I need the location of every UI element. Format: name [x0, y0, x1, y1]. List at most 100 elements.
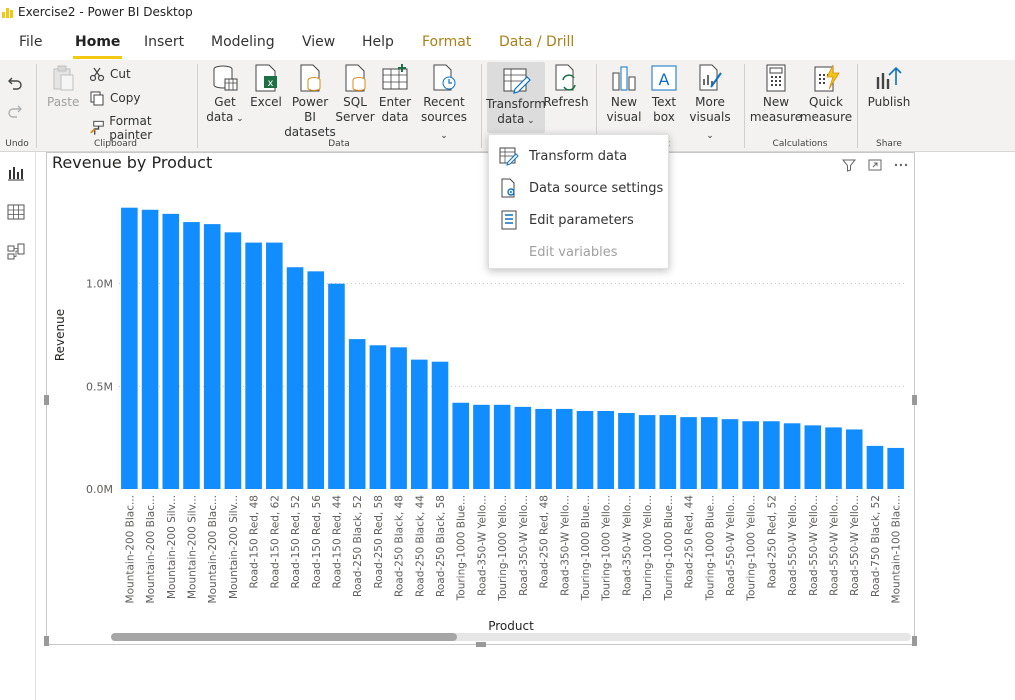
- bar: [618, 413, 635, 489]
- bar: [141, 209, 159, 489]
- paste-button[interactable]: Paste: [47, 63, 79, 110]
- y-tick-label: 0.0M: [86, 483, 113, 496]
- menu-item-transform-data[interactable]: Transform data: [489, 140, 670, 172]
- bar: [721, 419, 739, 489]
- tab-data-drill[interactable]: Data / Drill: [497, 34, 576, 50]
- more-visuals-label-2: visuals: [689, 110, 731, 124]
- resize-handle[interactable]: [476, 642, 486, 647]
- bar-chart-visual[interactable]: Revenue by Product 0.0M 0.5M 1.0M Revenue Mo…: [46, 152, 915, 645]
- resize-handle[interactable]: [44, 395, 49, 405]
- transform-data-button[interactable]: Transform data ⌄: [486, 62, 546, 133]
- resize-handle[interactable]: [44, 636, 49, 646]
- format-painter-label: Format painter: [109, 114, 153, 142]
- bar: [555, 408, 573, 489]
- copy-icon: [90, 91, 104, 106]
- new-visual-label-1: New: [610, 95, 638, 109]
- text-box-icon: A: [651, 65, 677, 91]
- tab-format[interactable]: Format: [420, 34, 473, 50]
- bar: [680, 417, 697, 489]
- excel-button[interactable]: x Excel: [250, 63, 282, 110]
- text-box-button[interactable]: A Text box: [647, 63, 681, 125]
- bar: [742, 421, 759, 489]
- data-view-icon[interactable]: [6, 202, 26, 222]
- bar: [121, 207, 138, 489]
- sql-server-label-1: SQL: [343, 95, 367, 109]
- new-measure-button[interactable]: New measure: [749, 63, 803, 125]
- report-view-icon[interactable]: [6, 162, 26, 182]
- enter-data-label-1: Enter: [378, 95, 412, 109]
- bar: [845, 429, 863, 489]
- x-tick-label: Road-550-W Yello...: [829, 495, 841, 596]
- undo-group: Undo: [0, 60, 34, 152]
- x-tick-label: Touring-1000 Yello...: [497, 495, 509, 602]
- format-painter-button[interactable]: Format painter: [89, 114, 194, 142]
- chart-horizontal-scrollbar[interactable]: [111, 633, 911, 641]
- cut-button[interactable]: Cut: [89, 66, 131, 82]
- menu-item-edit-parameters[interactable]: Edit parameters: [489, 204, 670, 236]
- copy-button[interactable]: Copy: [89, 90, 140, 106]
- new-visual-button[interactable]: New visual: [605, 63, 643, 125]
- tab-file[interactable]: File: [17, 34, 44, 50]
- refresh-icon: [555, 64, 576, 91]
- x-tick-label: Road-250 Black, 52: [352, 495, 364, 597]
- enter-data-button[interactable]: Enter data: [378, 63, 412, 125]
- bar: [887, 447, 904, 489]
- x-tick-label: Road-150 Red, 56: [311, 495, 323, 589]
- enter-data-label-2: data: [381, 110, 409, 124]
- quick-measure-button[interactable]: Quick measure: [800, 63, 852, 125]
- copy-label: Copy: [110, 91, 141, 105]
- bar: [224, 232, 242, 489]
- tab-modeling[interactable]: Modeling: [209, 34, 277, 50]
- menu-item-data-source-settings[interactable]: Data source settings: [489, 172, 670, 204]
- bar: [348, 339, 366, 489]
- quick-measure-label-1: Quick: [809, 95, 843, 109]
- bar: [390, 347, 407, 489]
- bar: [659, 415, 677, 489]
- x-tick-label: Touring-1000 Yello...: [601, 495, 613, 602]
- x-tick-label: Road-150 Red, 48: [249, 495, 261, 589]
- recent-sources-button[interactable]: Recent sources ⌄: [416, 63, 472, 144]
- paintbrush-icon: [90, 120, 104, 135]
- chart-plot-area: 0.0M 0.5M 1.0M Revenue Mountain-200 Blac... M…: [53, 207, 906, 633]
- bar: [783, 423, 801, 489]
- menu-item-edit-variables: Edit variables: [489, 236, 670, 268]
- model-view-icon[interactable]: [6, 242, 26, 262]
- tab-view[interactable]: View: [300, 34, 337, 50]
- x-tick-label: Road-250 Red, 44: [684, 495, 696, 589]
- x-tick-label: Road-150 Red, 44: [331, 495, 343, 589]
- transform-data-label-2: data: [497, 112, 525, 126]
- x-tick-label: Road-550-W Yello...: [787, 495, 799, 596]
- bar: [245, 242, 262, 489]
- tab-insert[interactable]: Insert: [142, 34, 186, 50]
- resize-handle[interactable]: [912, 636, 917, 646]
- x-tick-label: Road-250 Black, 48: [394, 495, 406, 597]
- tab-help[interactable]: Help: [360, 34, 396, 50]
- scrollbar-thumb[interactable]: [111, 633, 457, 641]
- get-data-label-1: Get: [214, 95, 236, 109]
- calculator-icon: [766, 64, 786, 92]
- publish-button[interactable]: Publish: [866, 63, 912, 110]
- paste-icon: [53, 65, 74, 91]
- transform-data-icon: [503, 68, 531, 94]
- new-measure-label-1: New: [762, 95, 790, 109]
- x-axis-title: Product: [488, 619, 534, 633]
- undo-icon[interactable]: [6, 74, 24, 92]
- menu-bar: File Home Insert Modeling View Help Form…: [0, 24, 1015, 60]
- get-data-button[interactable]: Get data ⌄: [206, 63, 244, 127]
- power-bi-datasets-button[interactable]: Power BI datasets: [284, 63, 336, 140]
- resize-handle[interactable]: [912, 395, 917, 405]
- refresh-button[interactable]: Refresh: [543, 63, 589, 110]
- new-visual-label-2: visual: [606, 110, 642, 124]
- power-bi-datasets-label-2: datasets: [284, 125, 336, 139]
- data-group: Get data ⌄ x Excel Power BI datasets SQL…: [198, 60, 480, 152]
- new-measure-label-2: measure: [749, 110, 803, 124]
- x-tick-label: Touring-1000 Blue...: [704, 495, 716, 601]
- bar: [825, 427, 842, 489]
- tab-home[interactable]: Home: [73, 34, 123, 59]
- more-visuals-button[interactable]: More visuals ⌄: [685, 63, 735, 144]
- calculations-group: New measure Quick measure Calculations: [745, 60, 855, 152]
- x-tick-label: Touring-1000 Blue...: [456, 495, 468, 601]
- sql-server-button[interactable]: SQL Server: [335, 63, 375, 125]
- chevron-down-icon: ⌄: [524, 116, 535, 126]
- bar: [493, 404, 511, 489]
